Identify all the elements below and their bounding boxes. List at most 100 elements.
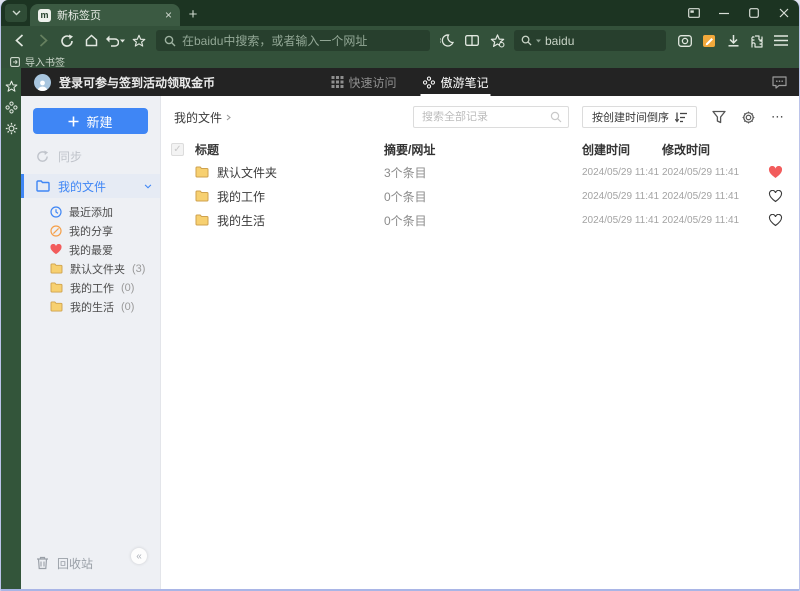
sidebar-item-work-folder[interactable]: 我的工作 (0) — [21, 278, 160, 297]
folder-icon — [195, 166, 209, 178]
favorite-toggle[interactable] — [763, 165, 783, 179]
undo-icon — [105, 35, 119, 47]
star-gear-icon — [490, 33, 504, 47]
night-mode-button[interactable] — [436, 30, 458, 52]
tab-quick-access[interactable]: 快速访问 — [331, 68, 397, 96]
search-icon — [550, 111, 562, 123]
sidebar-item-life-folder[interactable]: 我的生活 (0) — [21, 297, 160, 316]
maximize-icon — [749, 8, 759, 18]
address-input[interactable] — [182, 33, 422, 48]
col-header-title[interactable]: 标题 — [195, 141, 384, 158]
sidebar-item-my-files[interactable]: 我的文件 — [21, 174, 160, 198]
content-header-tools: 按创建时间倒序 ⋯ — [413, 106, 785, 128]
forward-button[interactable] — [32, 30, 54, 52]
filter-button[interactable] — [712, 110, 726, 124]
import-bookmarks-button[interactable]: 导入书签 — [25, 54, 65, 69]
notes-button[interactable] — [698, 30, 720, 52]
favorites-panel-button[interactable] — [4, 79, 18, 93]
address-bar[interactable] — [156, 30, 430, 51]
feedback-button[interactable] — [772, 75, 787, 89]
menu-button[interactable] — [770, 30, 792, 52]
close-button[interactable] — [769, 0, 799, 26]
favorite-page-button[interactable] — [128, 30, 150, 52]
heart-outline-icon — [768, 189, 783, 202]
settings-panel-button[interactable] — [4, 121, 18, 135]
files-table: ✓ 标题 摘要/网址 创建时间 修改时间 默认文件夹 3个条目 2024/05/… — [161, 138, 799, 232]
sort-order-button[interactable]: 按创建时间倒序 — [582, 106, 697, 128]
sidebar-item-default-folder[interactable]: 默认文件夹 (3) — [21, 259, 160, 278]
minimize-icon — [719, 12, 729, 15]
boss-key-button[interactable] — [679, 0, 709, 26]
records-search[interactable] — [413, 106, 569, 128]
hamburger-menu-icon — [774, 35, 788, 46]
screenshot-button[interactable] — [674, 30, 696, 52]
reader-mode-button[interactable] — [461, 30, 483, 52]
notes-app: 登录可参与签到活动领取金币 快速访问 傲游笔记 新建 同步 我的文件 最近添加 … — [21, 68, 799, 589]
select-all-checkbox[interactable]: ✓ — [171, 142, 184, 156]
new-note-label: 新建 — [86, 114, 113, 130]
browser-tab[interactable]: m 新标签页 × — [30, 4, 180, 26]
new-note-button[interactable]: 新建 — [33, 108, 148, 134]
home-button[interactable] — [80, 30, 102, 52]
table-row[interactable]: 我的生活 0个条目 2024/05/29 11:41 2024/05/29 11… — [161, 208, 799, 232]
sidebar-item-recent[interactable]: 最近添加 — [21, 202, 160, 221]
app-header: 登录可参与签到活动领取金币 快速访问 傲游笔记 — [21, 68, 799, 96]
row-modified: 2024/05/29 11:41 — [662, 190, 740, 202]
filter-funnel-icon — [712, 110, 726, 124]
app-tabs: 快速访问 傲游笔记 — [331, 68, 491, 96]
side-strip — [1, 68, 21, 589]
view-settings-button[interactable] — [741, 110, 756, 125]
window-layout-icon — [688, 8, 700, 18]
collapse-sidebar-button[interactable]: « — [131, 548, 147, 564]
search-box[interactable]: baidu — [514, 30, 666, 51]
grid-icon — [331, 76, 344, 88]
search-icon — [521, 35, 532, 46]
favorite-toggle[interactable] — [763, 189, 783, 203]
extensions-button[interactable] — [746, 30, 768, 52]
sort-order-label: 按创建时间倒序 — [592, 112, 669, 124]
trash-button[interactable]: 回收站 — [57, 555, 93, 572]
notes-panel-button[interactable] — [4, 100, 18, 114]
item-count: (0) — [121, 281, 135, 294]
collect-button[interactable] — [486, 30, 508, 52]
folder-icon — [50, 301, 63, 312]
chevron-down-icon[interactable] — [144, 183, 152, 189]
table-row[interactable]: 我的工作 0个条目 2024/05/29 11:41 2024/05/29 11… — [161, 184, 799, 208]
back-icon — [14, 34, 23, 47]
tab-list-button[interactable] — [5, 4, 27, 22]
breadcrumb[interactable]: 我的文件 — [174, 109, 231, 126]
dropdown-caret-icon[interactable] — [536, 39, 541, 43]
favorite-toggle[interactable] — [763, 213, 783, 227]
sidebar-item-favorites[interactable]: 我的最爱 — [21, 240, 160, 259]
refresh-button[interactable] — [56, 30, 78, 52]
login-promo-text[interactable]: 登录可参与签到活动领取金币 — [59, 74, 215, 91]
content-header: 我的文件 按创建时间倒序 — [161, 96, 799, 130]
minimize-button[interactable] — [709, 0, 739, 26]
col-header-created[interactable]: 创建时间 — [582, 141, 662, 158]
tab-close-icon[interactable]: × — [165, 8, 172, 22]
table-row[interactable]: 默认文件夹 3个条目 2024/05/29 11:41 2024/05/29 1… — [161, 160, 799, 184]
folder-icon — [50, 282, 63, 293]
dropdown-caret-icon — [119, 39, 125, 42]
maximize-button[interactable] — [739, 0, 769, 26]
tab-notes[interactable]: 傲游笔记 — [420, 68, 491, 96]
download-button[interactable] — [722, 30, 744, 52]
sync-button[interactable]: 同步 — [21, 146, 160, 166]
heart-icon — [50, 244, 62, 255]
row-title: 默认文件夹 — [217, 165, 278, 180]
undo-button[interactable] — [104, 30, 126, 52]
import-bookmarks-icon — [10, 56, 20, 67]
sidebar-item-label: 我的分享 — [69, 225, 113, 238]
more-options-button[interactable]: ⋯ — [771, 109, 785, 125]
sidebar-item-shared[interactable]: 我的分享 — [21, 221, 160, 240]
row-modified: 2024/05/29 11:41 — [662, 166, 740, 178]
puzzle-icon — [751, 34, 763, 48]
col-header-modified[interactable]: 修改时间 — [662, 141, 763, 158]
col-header-summary[interactable]: 摘要/网址 — [384, 141, 582, 158]
records-search-input[interactable] — [422, 111, 550, 123]
avatar[interactable] — [34, 73, 51, 91]
back-button[interactable] — [8, 30, 30, 52]
sidebar-item-label: 我的生活 — [70, 301, 114, 314]
item-count: (0) — [121, 300, 135, 313]
new-tab-button[interactable]: + — [180, 3, 206, 25]
